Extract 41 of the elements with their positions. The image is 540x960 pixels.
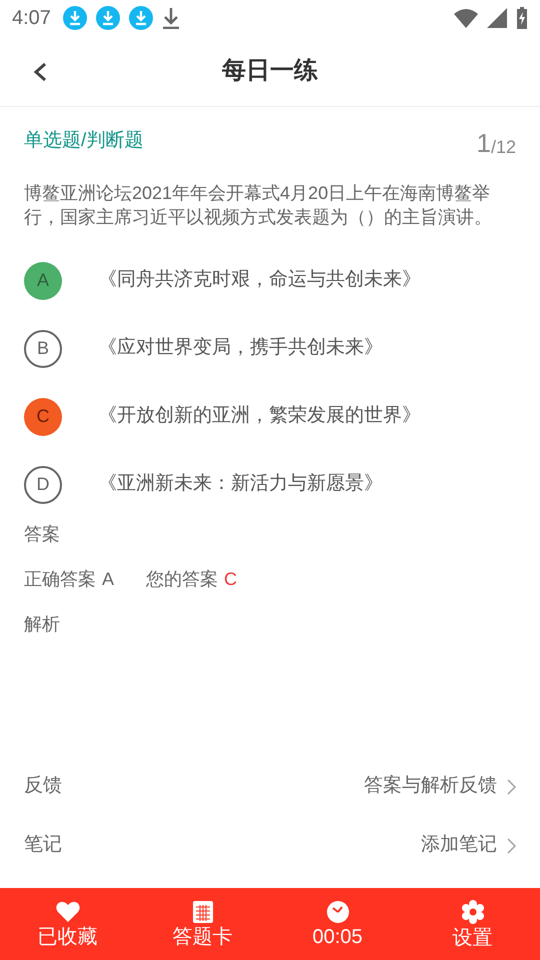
heart-icon <box>56 901 80 923</box>
status-time: 4:07 <box>12 6 51 31</box>
chevron-icon <box>507 778 516 794</box>
download-icon <box>96 6 120 30</box>
clock-icon <box>326 901 348 923</box>
option-text[interactable]: 《开放创新的亚洲，繁荣发展的世界》 <box>98 402 421 431</box>
tab-item[interactable]: 已收藏 <box>0 901 135 947</box>
row-label: 笔记 <box>24 833 62 858</box>
option-letter[interactable]: D <box>24 466 62 504</box>
question-number: 1 <box>476 130 491 156</box>
row-label: 反馈 <box>24 774 62 798</box>
question-type: 单选题/判断题 <box>24 129 144 153</box>
tab-item[interactable]: 00:05 <box>270 901 405 947</box>
question-total: /12 <box>490 138 516 156</box>
row-link[interactable]: 添加笔记 <box>421 831 516 860</box>
grid-icon <box>192 901 212 923</box>
download-icon <box>162 7 180 29</box>
download-icon <box>62 6 87 30</box>
option-text[interactable]: 《应对世界变局，携手共创未来》 <box>98 334 383 363</box>
tab-item[interactable]: 设置 <box>405 900 540 948</box>
back-icon[interactable] <box>33 62 47 82</box>
option-text[interactable]: 《亚洲新未来：新活力与新愿景》 <box>98 470 383 499</box>
chevron-icon <box>507 838 516 854</box>
signal-icon <box>487 8 507 28</box>
option-text[interactable]: 《同舟共济克时艰，命运与共创未来》 <box>98 266 421 295</box>
question-text: 博鳌亚洲论坛2021年年会开幕式4月20日上午在海南博鳌举行，国家主席习近平以视频方式发表题为（）的主旨演讲。 <box>24 182 493 228</box>
wifi-icon <box>454 8 478 28</box>
option-letter[interactable]: B <box>24 330 62 368</box>
correct-answer-value: A <box>102 568 114 590</box>
page-title: 每日一练 <box>222 56 318 86</box>
row-link[interactable]: 答案与解析反馈 <box>364 772 516 801</box>
correct-answer-label: 正确答案 <box>24 568 96 590</box>
your-answer-label: 您的答案 <box>146 568 218 590</box>
your-answer-value: C <box>224 568 238 590</box>
option-letter[interactable]: C <box>24 398 62 436</box>
answer-heading: 答案 <box>24 522 61 546</box>
battery-icon <box>516 7 528 29</box>
download-icon <box>128 6 153 30</box>
analysis-heading: 解析 <box>24 612 61 636</box>
tab-item[interactable]: 答题卡 <box>135 901 270 947</box>
gear-icon <box>460 900 484 924</box>
